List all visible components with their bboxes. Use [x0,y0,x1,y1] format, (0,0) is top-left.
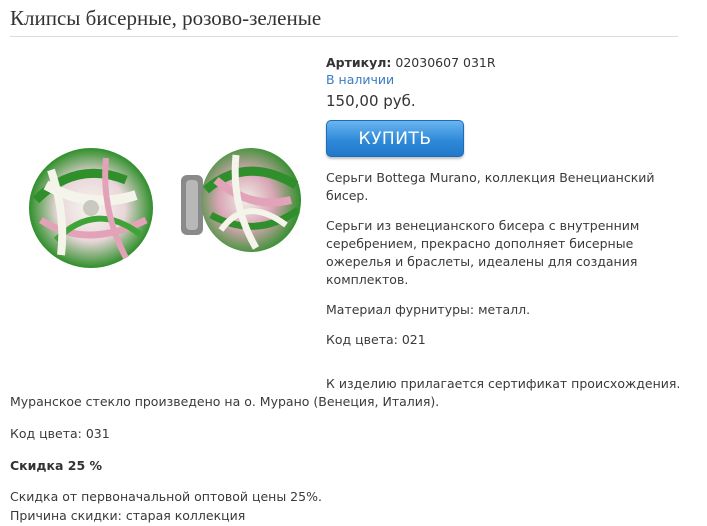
product-image [29,148,301,268]
sku-label: Артикул: [326,55,392,70]
discount-title: Скидка 25 % [10,458,103,473]
description-paragraph: Серьги Bottega Murano, коллекция Венециа… [326,170,655,203]
right-earring-graphic [181,148,301,252]
color-code-text-2: Код цвета: 031 [10,426,110,441]
price: 150,00 руб. [326,92,416,110]
discount-reason: Причина скидки: старая коллекция [10,508,246,523]
certificate-text: К изделию прилагается сертификат происхо… [10,376,681,409]
description-paragraph: Серьги из венецианского бисера с внутрен… [326,218,640,287]
title-divider [10,36,678,37]
discount-description: Скидка от первоначальной оптовой цены 25… [10,489,322,504]
sku-value: 02030607 031R [395,55,496,70]
sku-row: Артикул: 02030607 031R [326,55,696,71]
color-code-text: Код цвета: 021 [326,332,426,347]
buy-button[interactable]: КУПИТЬ [326,120,464,157]
availability-status: В наличии [326,72,395,87]
product-info: Артикул: 02030607 031R В наличии 150,00 … [326,55,696,349]
page-title: Клипсы бисерные, розово-зеленые [10,6,322,30]
material-text: Материал фурнитуры: металл. [326,302,531,317]
left-earring-graphic [29,148,153,268]
